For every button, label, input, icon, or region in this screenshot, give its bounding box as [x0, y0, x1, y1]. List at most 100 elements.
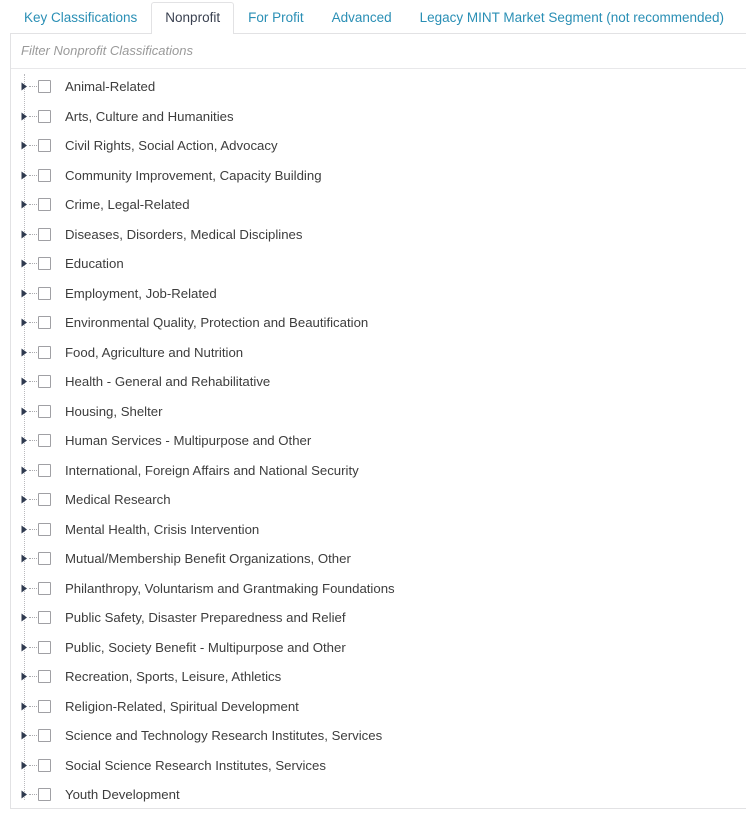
- tree-node[interactable]: Crime, Legal-Related: [11, 190, 746, 220]
- checkbox-unchecked-icon[interactable]: [38, 316, 51, 330]
- checkbox-unchecked-icon[interactable]: [38, 729, 51, 743]
- tree-node[interactable]: Mental Health, Crisis Intervention: [11, 514, 746, 544]
- tree-node-label[interactable]: Food, Agriculture and Nutrition: [65, 345, 243, 358]
- filter-input[interactable]: [21, 43, 736, 59]
- tree-node-label[interactable]: Medical Research: [65, 493, 171, 506]
- checkbox-unchecked-icon[interactable]: [38, 139, 51, 153]
- tree-node[interactable]: Recreation, Sports, Leisure, Athletics: [11, 662, 746, 692]
- triangle-right-icon[interactable]: [19, 228, 29, 240]
- triangle-right-icon[interactable]: [19, 199, 29, 211]
- tree-node[interactable]: Science and Technology Research Institut…: [11, 721, 746, 751]
- triangle-right-icon[interactable]: [19, 671, 29, 683]
- tree-node-label[interactable]: Arts, Culture and Humanities: [65, 109, 234, 122]
- checkbox-unchecked-icon[interactable]: [38, 670, 51, 684]
- checkbox-unchecked-icon[interactable]: [38, 168, 51, 182]
- checkbox-unchecked-icon[interactable]: [38, 404, 51, 418]
- tree-node-label[interactable]: Youth Development: [65, 788, 180, 801]
- triangle-right-icon[interactable]: [19, 553, 29, 565]
- tree-node[interactable]: Social Science Research Institutes, Serv…: [11, 750, 746, 780]
- tree-node-label[interactable]: Health - General and Rehabilitative: [65, 375, 270, 388]
- triangle-right-icon[interactable]: [19, 140, 29, 152]
- checkbox-unchecked-icon[interactable]: [38, 257, 51, 271]
- triangle-right-icon[interactable]: [19, 789, 29, 801]
- tree-node[interactable]: Youth Development: [11, 780, 746, 808]
- checkbox-unchecked-icon[interactable]: [38, 758, 51, 772]
- tree-node[interactable]: International, Foreign Affairs and Natio…: [11, 455, 746, 485]
- tree-node-label[interactable]: Religion-Related, Spiritual Development: [65, 699, 299, 712]
- triangle-right-icon[interactable]: [19, 494, 29, 506]
- triangle-right-icon[interactable]: [19, 110, 29, 122]
- tree-node[interactable]: Philanthropy, Voluntarism and Grantmakin…: [11, 573, 746, 603]
- triangle-right-icon[interactable]: [19, 523, 29, 535]
- triangle-right-icon[interactable]: [19, 582, 29, 594]
- tree-node[interactable]: Animal-Related: [11, 72, 746, 102]
- checkbox-unchecked-icon[interactable]: [38, 552, 51, 566]
- triangle-right-icon[interactable]: [19, 700, 29, 712]
- tree-node[interactable]: Public, Society Benefit - Multipurpose a…: [11, 632, 746, 662]
- tree-node[interactable]: Arts, Culture and Humanities: [11, 101, 746, 131]
- checkbox-unchecked-icon[interactable]: [38, 788, 51, 802]
- tree-node[interactable]: Civil Rights, Social Action, Advocacy: [11, 131, 746, 161]
- checkbox-unchecked-icon[interactable]: [38, 109, 51, 123]
- tree-node[interactable]: Education: [11, 249, 746, 279]
- checkbox-unchecked-icon[interactable]: [38, 493, 51, 507]
- triangle-right-icon[interactable]: [19, 405, 29, 417]
- tree-node[interactable]: Food, Agriculture and Nutrition: [11, 337, 746, 367]
- triangle-right-icon[interactable]: [19, 287, 29, 299]
- tree-node[interactable]: Health - General and Rehabilitative: [11, 367, 746, 397]
- tab-legacy-mint-market-segment-not-recommended[interactable]: Legacy MINT Market Segment (not recommen…: [406, 2, 738, 34]
- triangle-right-icon[interactable]: [19, 81, 29, 93]
- triangle-right-icon[interactable]: [19, 464, 29, 476]
- checkbox-unchecked-icon[interactable]: [38, 699, 51, 713]
- tab-nonprofit[interactable]: Nonprofit: [151, 2, 235, 34]
- tree-node-label[interactable]: Crime, Legal-Related: [65, 198, 190, 211]
- tree-node-label[interactable]: International, Foreign Affairs and Natio…: [65, 463, 359, 476]
- tree-node[interactable]: Mutual/Membership Benefit Organizations,…: [11, 544, 746, 574]
- tree-node-label[interactable]: Mutual/Membership Benefit Organizations,…: [65, 552, 351, 565]
- tree-node-label[interactable]: Philanthropy, Voluntarism and Grantmakin…: [65, 581, 395, 594]
- tree-node-label[interactable]: Employment, Job-Related: [65, 286, 217, 299]
- tree-node-label[interactable]: Education: [65, 257, 124, 270]
- triangle-right-icon[interactable]: [19, 641, 29, 653]
- tree-node-label[interactable]: Animal-Related: [65, 80, 155, 93]
- tree-node-label[interactable]: Environmental Quality, Protection and Be…: [65, 316, 368, 329]
- checkbox-unchecked-icon[interactable]: [38, 227, 51, 241]
- checkbox-unchecked-icon[interactable]: [38, 434, 51, 448]
- triangle-right-icon[interactable]: [19, 730, 29, 742]
- triangle-right-icon[interactable]: [19, 346, 29, 358]
- tree-node[interactable]: Religion-Related, Spiritual Development: [11, 691, 746, 721]
- checkbox-unchecked-icon[interactable]: [38, 611, 51, 625]
- tab-key-classifications[interactable]: Key Classifications: [10, 2, 151, 34]
- checkbox-unchecked-icon[interactable]: [38, 522, 51, 536]
- tree-node-label[interactable]: Community Improvement, Capacity Building: [65, 168, 322, 181]
- tree-node[interactable]: Community Improvement, Capacity Building: [11, 160, 746, 190]
- triangle-right-icon[interactable]: [19, 612, 29, 624]
- tree-node-label[interactable]: Housing, Shelter: [65, 404, 163, 417]
- checkbox-unchecked-icon[interactable]: [38, 286, 51, 300]
- triangle-right-icon[interactable]: [19, 258, 29, 270]
- tree-node-label[interactable]: Civil Rights, Social Action, Advocacy: [65, 139, 278, 152]
- checkbox-unchecked-icon[interactable]: [38, 463, 51, 477]
- tree-node[interactable]: Housing, Shelter: [11, 396, 746, 426]
- checkbox-unchecked-icon[interactable]: [38, 375, 51, 389]
- triangle-right-icon[interactable]: [19, 317, 29, 329]
- tree-node-label[interactable]: Mental Health, Crisis Intervention: [65, 522, 259, 535]
- tree-node-label[interactable]: Social Science Research Institutes, Serv…: [65, 758, 326, 771]
- tree-node-label[interactable]: Public Safety, Disaster Preparedness and…: [65, 611, 346, 624]
- tree-node[interactable]: Diseases, Disorders, Medical Disciplines: [11, 219, 746, 249]
- checkbox-unchecked-icon[interactable]: [38, 581, 51, 595]
- tree-node-label[interactable]: Human Services - Multipurpose and Other: [65, 434, 311, 447]
- triangle-right-icon[interactable]: [19, 435, 29, 447]
- checkbox-unchecked-icon[interactable]: [38, 80, 51, 94]
- tree-node-label[interactable]: Science and Technology Research Institut…: [65, 729, 382, 742]
- triangle-right-icon[interactable]: [19, 759, 29, 771]
- checkbox-unchecked-icon[interactable]: [38, 640, 51, 654]
- tree-node[interactable]: Employment, Job-Related: [11, 278, 746, 308]
- triangle-right-icon[interactable]: [19, 376, 29, 388]
- tree-node[interactable]: Environmental Quality, Protection and Be…: [11, 308, 746, 338]
- tab-advanced[interactable]: Advanced: [318, 2, 406, 34]
- tree-node-label[interactable]: Recreation, Sports, Leisure, Athletics: [65, 670, 281, 683]
- tab-for-profit[interactable]: For Profit: [234, 2, 318, 34]
- tree-node-label[interactable]: Public, Society Benefit - Multipurpose a…: [65, 640, 346, 653]
- tree-node[interactable]: Public Safety, Disaster Preparedness and…: [11, 603, 746, 633]
